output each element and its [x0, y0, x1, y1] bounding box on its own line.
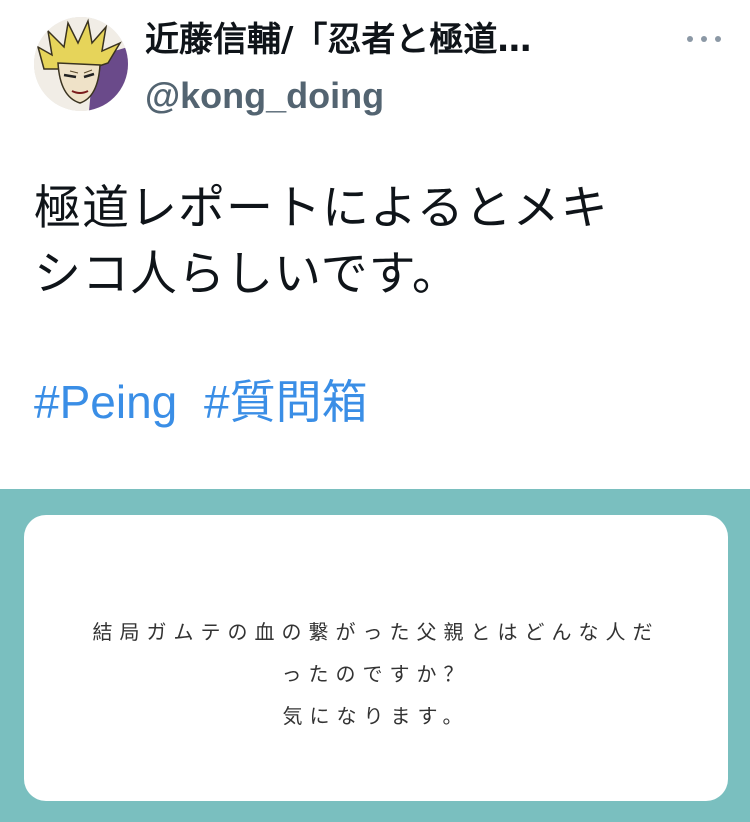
question-card: 結局ガムテの血の繋がった父親とはどんな人だ ったのですか？ 気になります。: [24, 515, 728, 801]
question-line: ったのですか？: [281, 662, 471, 686]
question-line: 気になります。: [282, 704, 470, 728]
peing-question-image[interactable]: 結局ガムテの血の繋がった父親とはどんな人だ ったのですか？ 気になります。: [0, 489, 750, 822]
user-handle[interactable]: @kong_doing: [145, 72, 384, 120]
hashtag-link-peing[interactable]: #Peing: [34, 376, 177, 428]
display-name[interactable]: 近藤信輔/「忍者と極道…: [145, 18, 665, 62]
more-horizontal-icon[interactable]: [682, 24, 726, 54]
question-text: 結局ガムテの血の繋がった父親とはどんな人だ ったのですか？ 気になります。: [24, 611, 728, 737]
hashtag-link-question-box[interactable]: #質問箱: [204, 376, 368, 428]
question-line: 結局ガムテの血の繋がった父親とはどんな人だ: [92, 620, 660, 644]
tweet-text-line: 極道レポートによるとメキ: [34, 181, 609, 236]
tweet-header: 近藤信輔/「忍者と極道… @kong_doing: [0, 0, 750, 140]
tweet-text-line: シコ人らしいです。: [34, 247, 460, 302]
user-avatar[interactable]: [34, 17, 128, 111]
tweet-text: 極道レポートによるとメキ シコ人らしいです。: [34, 176, 724, 308]
hashtag-list: #Peing #質問箱: [34, 372, 382, 432]
